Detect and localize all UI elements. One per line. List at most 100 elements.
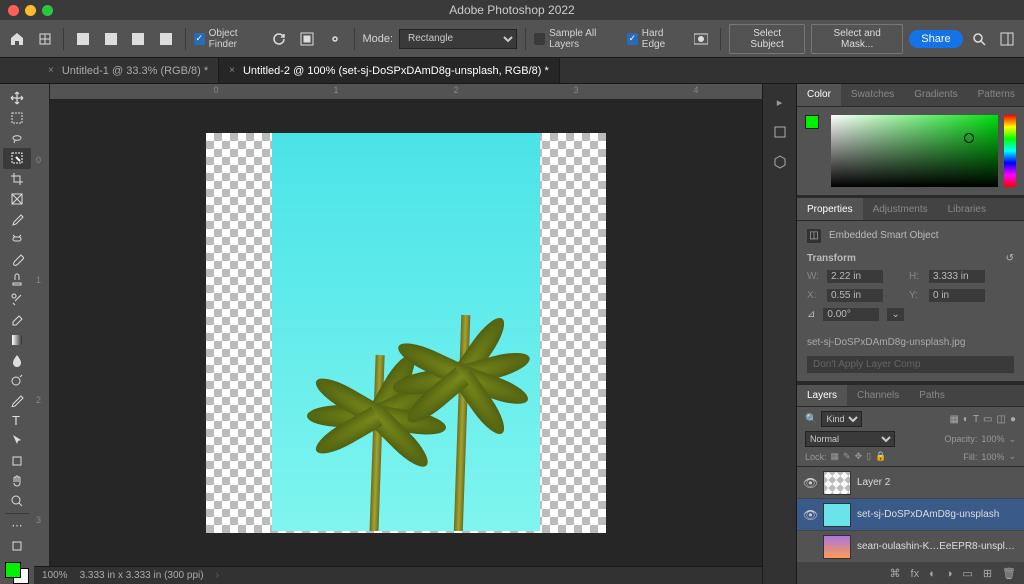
- brush-tool[interactable]: [3, 249, 31, 269]
- rect-select-icon[interactable]: [72, 27, 94, 51]
- visibility-icon[interactable]: 👁: [803, 476, 817, 490]
- layer-comp-select[interactable]: Don't Apply Layer Comp: [807, 356, 1014, 373]
- eraser-tool[interactable]: [3, 310, 31, 330]
- y-field[interactable]: 0 in: [929, 289, 985, 302]
- canvas-area[interactable]: [50, 100, 762, 566]
- hard-edge-toggle[interactable]: ✓Hard Edge: [627, 28, 685, 50]
- hue-slider[interactable]: [1004, 115, 1016, 187]
- zoom-tool[interactable]: [3, 491, 31, 511]
- lock-all-icon[interactable]: 🔒: [875, 451, 886, 462]
- filter-pixel-icon[interactable]: ▦: [949, 414, 958, 425]
- marquee-tool[interactable]: [3, 108, 31, 128]
- blur-tool[interactable]: [3, 350, 31, 370]
- spot-healing-tool[interactable]: [3, 229, 31, 249]
- close-tab-icon[interactable]: ×: [229, 65, 235, 76]
- crop-tool[interactable]: [3, 169, 31, 189]
- kind-select[interactable]: Kind: [821, 411, 862, 427]
- layer-row[interactable]: sean-oulashin-K…EeEPR8-unsplash: [797, 531, 1024, 563]
- show-overlay-icon[interactable]: [296, 27, 318, 51]
- tab-channels[interactable]: Channels: [847, 385, 909, 407]
- layer-thumb[interactable]: [823, 535, 851, 559]
- lock-transparency-icon[interactable]: ▦: [831, 451, 840, 462]
- layer-thumb[interactable]: [823, 503, 851, 527]
- share-button[interactable]: Share: [909, 30, 962, 48]
- kind-filter-icon[interactable]: 🔍: [805, 414, 817, 425]
- gradient-tool[interactable]: [3, 330, 31, 350]
- filter-type-icon[interactable]: T: [973, 414, 979, 425]
- add-select-icon[interactable]: [100, 27, 122, 51]
- lock-brush-icon[interactable]: ✎: [843, 451, 851, 462]
- object-finder-toggle[interactable]: ✓Object Finder: [194, 28, 263, 50]
- more-tools-icon[interactable]: ⋯: [3, 516, 31, 536]
- color-field[interactable]: [831, 115, 998, 187]
- search-icon[interactable]: [969, 27, 991, 51]
- select-subject-button[interactable]: Select Subject: [729, 24, 805, 54]
- link-icon[interactable]: ⌘: [890, 567, 901, 580]
- zoom-field[interactable]: 100%: [42, 570, 68, 581]
- angle-dropdown[interactable]: ⌄: [887, 308, 903, 321]
- select-and-mask-button[interactable]: Select and Mask...: [811, 24, 903, 54]
- close-window[interactable]: [8, 5, 19, 16]
- intersect-select-icon[interactable]: [155, 27, 177, 51]
- doc-tab-2[interactable]: ×Untitled-2 @ 100% (set-sj-DoSPxDAmD8g-u…: [219, 58, 560, 83]
- layer-row[interactable]: 👁 Layer 2: [797, 467, 1024, 499]
- doc-tab-1[interactable]: ×Untitled-1 @ 33.3% (RGB/8) *: [38, 58, 219, 83]
- maximize-window[interactable]: [42, 5, 53, 16]
- object-selection-tool[interactable]: [3, 148, 31, 168]
- fx-icon[interactable]: fx: [911, 568, 920, 580]
- frame-icon[interactable]: [34, 27, 56, 51]
- height-field[interactable]: 3.333 in: [929, 270, 985, 283]
- group-icon[interactable]: ▭: [962, 567, 972, 580]
- tab-properties[interactable]: Properties: [797, 198, 863, 220]
- tab-adjustments[interactable]: Adjustments: [863, 198, 938, 220]
- fill-value[interactable]: 100%: [981, 452, 1004, 462]
- edit-toolbar-icon[interactable]: [3, 536, 31, 556]
- minimize-window[interactable]: [25, 5, 36, 16]
- mask-icon[interactable]: ◐: [929, 568, 936, 580]
- tab-paths[interactable]: Paths: [909, 385, 955, 407]
- mask-icon[interactable]: [691, 27, 713, 51]
- adjustment-icon[interactable]: ◑: [946, 568, 953, 580]
- path-select-tool[interactable]: [3, 430, 31, 450]
- color-swatches[interactable]: [5, 562, 29, 584]
- reset-icon[interactable]: ↺: [1006, 253, 1014, 264]
- new-layer-icon[interactable]: ⊞: [983, 567, 992, 580]
- dodge-tool[interactable]: [3, 370, 31, 390]
- tab-gradients[interactable]: Gradients: [904, 84, 967, 106]
- color-swatch-icon[interactable]: [805, 115, 825, 135]
- stamp-tool[interactable]: [3, 269, 31, 289]
- visibility-icon[interactable]: 👁: [803, 508, 817, 522]
- opacity-value[interactable]: 100%: [981, 434, 1004, 444]
- panel-icon-2[interactable]: [770, 152, 790, 172]
- frame-tool[interactable]: [3, 189, 31, 209]
- history-brush-tool[interactable]: [3, 289, 31, 309]
- type-tool[interactable]: T: [3, 410, 31, 430]
- tab-color[interactable]: Color: [797, 84, 841, 106]
- angle-field[interactable]: 0.00°: [823, 308, 879, 321]
- tab-swatches[interactable]: Swatches: [841, 84, 904, 106]
- tab-libraries[interactable]: Libraries: [938, 198, 996, 220]
- filter-shape-icon[interactable]: ▭: [983, 414, 992, 425]
- tab-layers[interactable]: Layers: [797, 385, 847, 407]
- lasso-tool[interactable]: [3, 128, 31, 148]
- layer-thumb[interactable]: [823, 471, 851, 495]
- filter-adjust-icon[interactable]: ◐: [963, 414, 969, 425]
- tab-patterns[interactable]: Patterns: [968, 84, 1024, 106]
- workspace-icon[interactable]: [996, 27, 1018, 51]
- close-tab-icon[interactable]: ×: [48, 65, 54, 76]
- filter-toggle-icon[interactable]: ●: [1010, 414, 1016, 425]
- sample-all-toggle[interactable]: Sample All Layers: [534, 28, 621, 50]
- lock-position-icon[interactable]: ✥: [855, 451, 863, 462]
- layer-row[interactable]: 👁 set-sj-DoSPxDAmD8g-unsplash: [797, 499, 1024, 531]
- eyedropper-tool[interactable]: [3, 209, 31, 229]
- home-icon[interactable]: [6, 27, 28, 51]
- filter-smart-icon[interactable]: ◫: [997, 414, 1006, 425]
- width-field[interactable]: 2.22 in: [827, 270, 883, 283]
- move-tool[interactable]: [3, 88, 31, 108]
- subtract-select-icon[interactable]: [128, 27, 150, 51]
- mode-select[interactable]: Rectangle: [399, 29, 517, 49]
- gear-icon[interactable]: [324, 27, 346, 51]
- expand-panel-icon[interactable]: ▸: [770, 92, 790, 112]
- refresh-icon[interactable]: [269, 27, 291, 51]
- blend-mode-select[interactable]: Normal: [805, 431, 895, 447]
